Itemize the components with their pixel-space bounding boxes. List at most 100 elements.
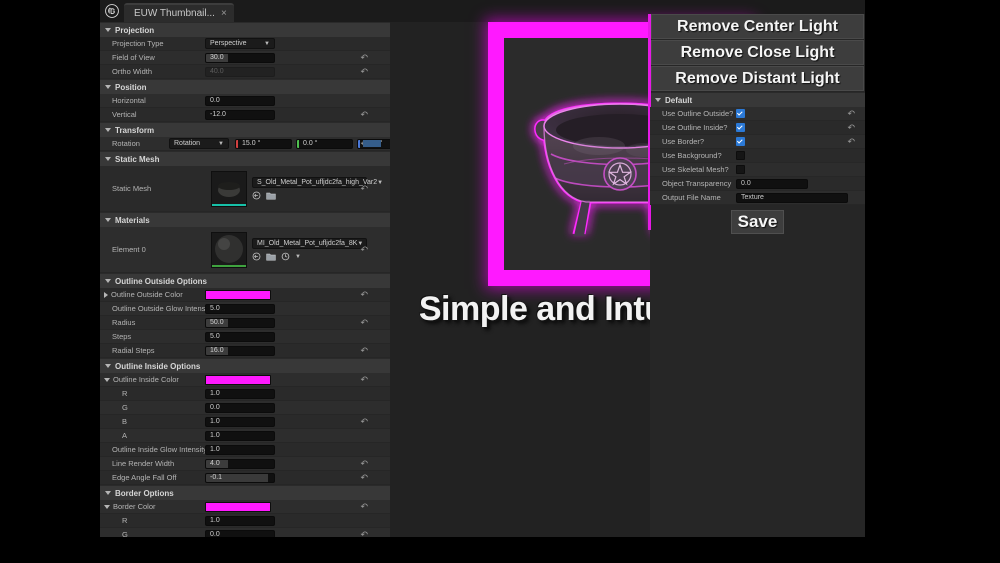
option-field[interactable] bbox=[736, 165, 865, 174]
reset-to-default-icon[interactable]: ↶ bbox=[360, 53, 368, 62]
property-row[interactable]: Outline Outside Color ↶ bbox=[100, 288, 390, 302]
reset-to-default-icon[interactable]: ↶ bbox=[360, 245, 368, 254]
chevron-down-icon[interactable]: ▼ bbox=[295, 254, 301, 260]
number-input[interactable]: 1.0 bbox=[205, 444, 275, 455]
number-input[interactable]: 16.0 bbox=[205, 345, 275, 356]
option-row[interactable]: Use Border? ↶ bbox=[650, 135, 865, 149]
number-input[interactable]: 0.0 bbox=[205, 402, 275, 413]
property-row[interactable]: Element 0 MI_Old_Metal_Pot_ufljdc2fa_8K ▼ ▼… bbox=[100, 227, 390, 273]
use-selected-asset-icon[interactable] bbox=[252, 191, 261, 200]
property-field[interactable]: 1.0 bbox=[205, 444, 390, 455]
property-field[interactable]: 0.0 bbox=[205, 402, 390, 413]
property-row[interactable]: Ortho Width 40.0 ↶ bbox=[100, 65, 390, 79]
option-field[interactable] bbox=[736, 151, 865, 160]
option-row[interactable]: Output File Name Texture bbox=[650, 191, 865, 205]
remove-light-button-1[interactable]: Remove Close Light bbox=[651, 40, 864, 65]
property-field[interactable]: 1.0 bbox=[205, 388, 390, 399]
reset-to-default-icon[interactable]: ↶ bbox=[360, 67, 368, 76]
property-row[interactable]: A 1.0 bbox=[100, 429, 390, 443]
number-input[interactable]: 30.0 bbox=[205, 52, 275, 63]
property-row[interactable]: Horizontal 0.0 bbox=[100, 94, 390, 108]
default-options-list[interactable]: Use Outline Outside? ↶ Use Outline Inside?… bbox=[650, 107, 865, 205]
color-swatch[interactable] bbox=[205, 374, 271, 385]
property-row[interactable]: G 0.0 bbox=[100, 401, 390, 415]
number-input[interactable]: 1.0 bbox=[205, 388, 275, 399]
details-category-position[interactable]: Position bbox=[100, 79, 390, 94]
option-field[interactable] bbox=[736, 109, 865, 118]
option-field[interactable]: 0.0 bbox=[736, 178, 865, 189]
asset-thumbnail[interactable] bbox=[211, 170, 247, 207]
reset-to-default-icon[interactable]: ↶ bbox=[360, 417, 368, 426]
details-category-transform[interactable]: Transform bbox=[100, 122, 390, 137]
number-input[interactable]: 1.0 bbox=[205, 430, 275, 441]
material-options-icon[interactable] bbox=[281, 252, 290, 261]
transform-mode-select[interactable]: Rotation ▼ bbox=[169, 138, 229, 149]
checkbox[interactable] bbox=[736, 151, 745, 160]
number-input[interactable]: 0.0 bbox=[736, 178, 808, 189]
details-category-outline-inside-options[interactable]: Outline Inside Options bbox=[100, 358, 390, 373]
property-field[interactable]: 1.0 bbox=[205, 515, 390, 526]
number-input[interactable]: 1.0 bbox=[205, 515, 275, 526]
property-field[interactable]: Perspective ▼ bbox=[205, 38, 390, 49]
save-button[interactable]: Save bbox=[731, 210, 784, 234]
property-row[interactable]: B 1.0 ↶ bbox=[100, 415, 390, 429]
reset-to-default-icon[interactable]: ↶ bbox=[360, 530, 368, 538]
details-panel[interactable]: Projection Projection Type Perspective ▼ Fie… bbox=[100, 22, 390, 537]
reset-to-default-icon[interactable]: ↶ bbox=[360, 110, 368, 119]
checkbox[interactable] bbox=[736, 123, 745, 132]
option-row[interactable]: Use Outline Inside? ↶ bbox=[650, 121, 865, 135]
number-input[interactable]: 4.0 bbox=[205, 458, 275, 469]
property-field[interactable]: 0.0 bbox=[205, 95, 390, 106]
remove-light-button-2[interactable]: Remove Distant Light bbox=[651, 66, 864, 91]
close-icon[interactable]: × bbox=[221, 8, 227, 19]
number-input[interactable]: 0.0 bbox=[205, 529, 275, 537]
option-row[interactable]: Use Outline Outside? ↶ bbox=[650, 107, 865, 121]
property-row[interactable]: Outline Inside Glow Intensity 1.0 bbox=[100, 443, 390, 457]
option-field[interactable] bbox=[736, 137, 865, 146]
reset-to-default-icon[interactable]: ↶ bbox=[360, 473, 368, 482]
asset-controls[interactable]: MI_Old_Metal_Pot_ufljdc2fa_8K ▼ ▼ bbox=[252, 238, 367, 261]
property-row[interactable]: Projection Type Perspective ▼ bbox=[100, 37, 390, 51]
number-input[interactable]: -12.0 bbox=[205, 109, 275, 120]
number-input[interactable]: 5.0 bbox=[205, 303, 275, 314]
property-row[interactable]: Outline Inside Color ↶ bbox=[100, 373, 390, 387]
option-field[interactable]: Texture bbox=[736, 192, 865, 203]
property-row[interactable]: Edge Angle Fall Off -0.1 ↶ bbox=[100, 471, 390, 485]
property-row[interactable]: Rotation Rotation ▼ 15.0 ° 0.0 ° 90.0 ° ↶ bbox=[100, 137, 390, 151]
property-row[interactable]: Static Mesh S_Old_Metal_Pot_ufljdc2fa_hig… bbox=[100, 166, 390, 212]
checkbox[interactable] bbox=[736, 109, 745, 118]
reset-to-default-icon[interactable]: ↶ bbox=[847, 123, 855, 132]
property-row[interactable]: G 0.0 ↶ bbox=[100, 528, 390, 537]
property-field[interactable]: 5.0 bbox=[205, 303, 390, 314]
color-swatch[interactable] bbox=[205, 501, 271, 512]
chevron-down-icon[interactable] bbox=[104, 504, 110, 509]
asset-controls[interactable]: S_Old_Metal_Pot_ufljdc2fa_high_Var2 ▼ bbox=[252, 177, 383, 200]
chevron-right-icon[interactable] bbox=[104, 291, 108, 298]
reset-to-default-icon[interactable]: ↶ bbox=[360, 318, 368, 327]
asset-action-icons[interactable] bbox=[252, 191, 367, 200]
details-category-static-mesh[interactable]: Static Mesh bbox=[100, 151, 390, 166]
property-row[interactable]: R 1.0 bbox=[100, 387, 390, 401]
chevron-down-icon[interactable] bbox=[104, 377, 110, 382]
browse-to-asset-icon[interactable] bbox=[266, 252, 276, 261]
reset-to-default-icon[interactable]: ↶ bbox=[360, 375, 368, 384]
property-row[interactable]: Steps 5.0 bbox=[100, 330, 390, 344]
property-row[interactable]: R 1.0 bbox=[100, 514, 390, 528]
asset-picker[interactable]: S_Old_Metal_Pot_ufljdc2fa_high_Var2 ▼ bbox=[252, 177, 383, 188]
reset-to-default-icon[interactable]: ↶ bbox=[360, 502, 368, 511]
checkbox[interactable] bbox=[736, 165, 745, 174]
tab-euw-thumbnail[interactable]: EUW Thumbnail... × bbox=[124, 3, 234, 22]
property-row[interactable]: Field of View 30.0 ↶ bbox=[100, 51, 390, 65]
details-category-projection[interactable]: Projection bbox=[100, 22, 390, 37]
rotation-y-input[interactable]: 0.0 ° bbox=[296, 138, 353, 149]
property-field[interactable]: 5.0 bbox=[205, 331, 390, 342]
number-input[interactable]: 40.0 bbox=[205, 66, 275, 77]
property-row[interactable]: Border Color ↶ bbox=[100, 500, 390, 514]
remove-light-button-0[interactable]: Remove Center Light bbox=[651, 14, 864, 39]
reset-to-default-icon[interactable]: ↶ bbox=[360, 459, 368, 468]
property-row[interactable]: Vertical -12.0 ↶ bbox=[100, 108, 390, 122]
reset-to-default-icon[interactable]: ↶ bbox=[847, 137, 855, 146]
text-input[interactable]: Texture bbox=[736, 192, 848, 203]
option-row[interactable]: Use Skeletal Mesh? bbox=[650, 163, 865, 177]
rotation-x-input[interactable]: 15.0 ° bbox=[235, 138, 292, 149]
